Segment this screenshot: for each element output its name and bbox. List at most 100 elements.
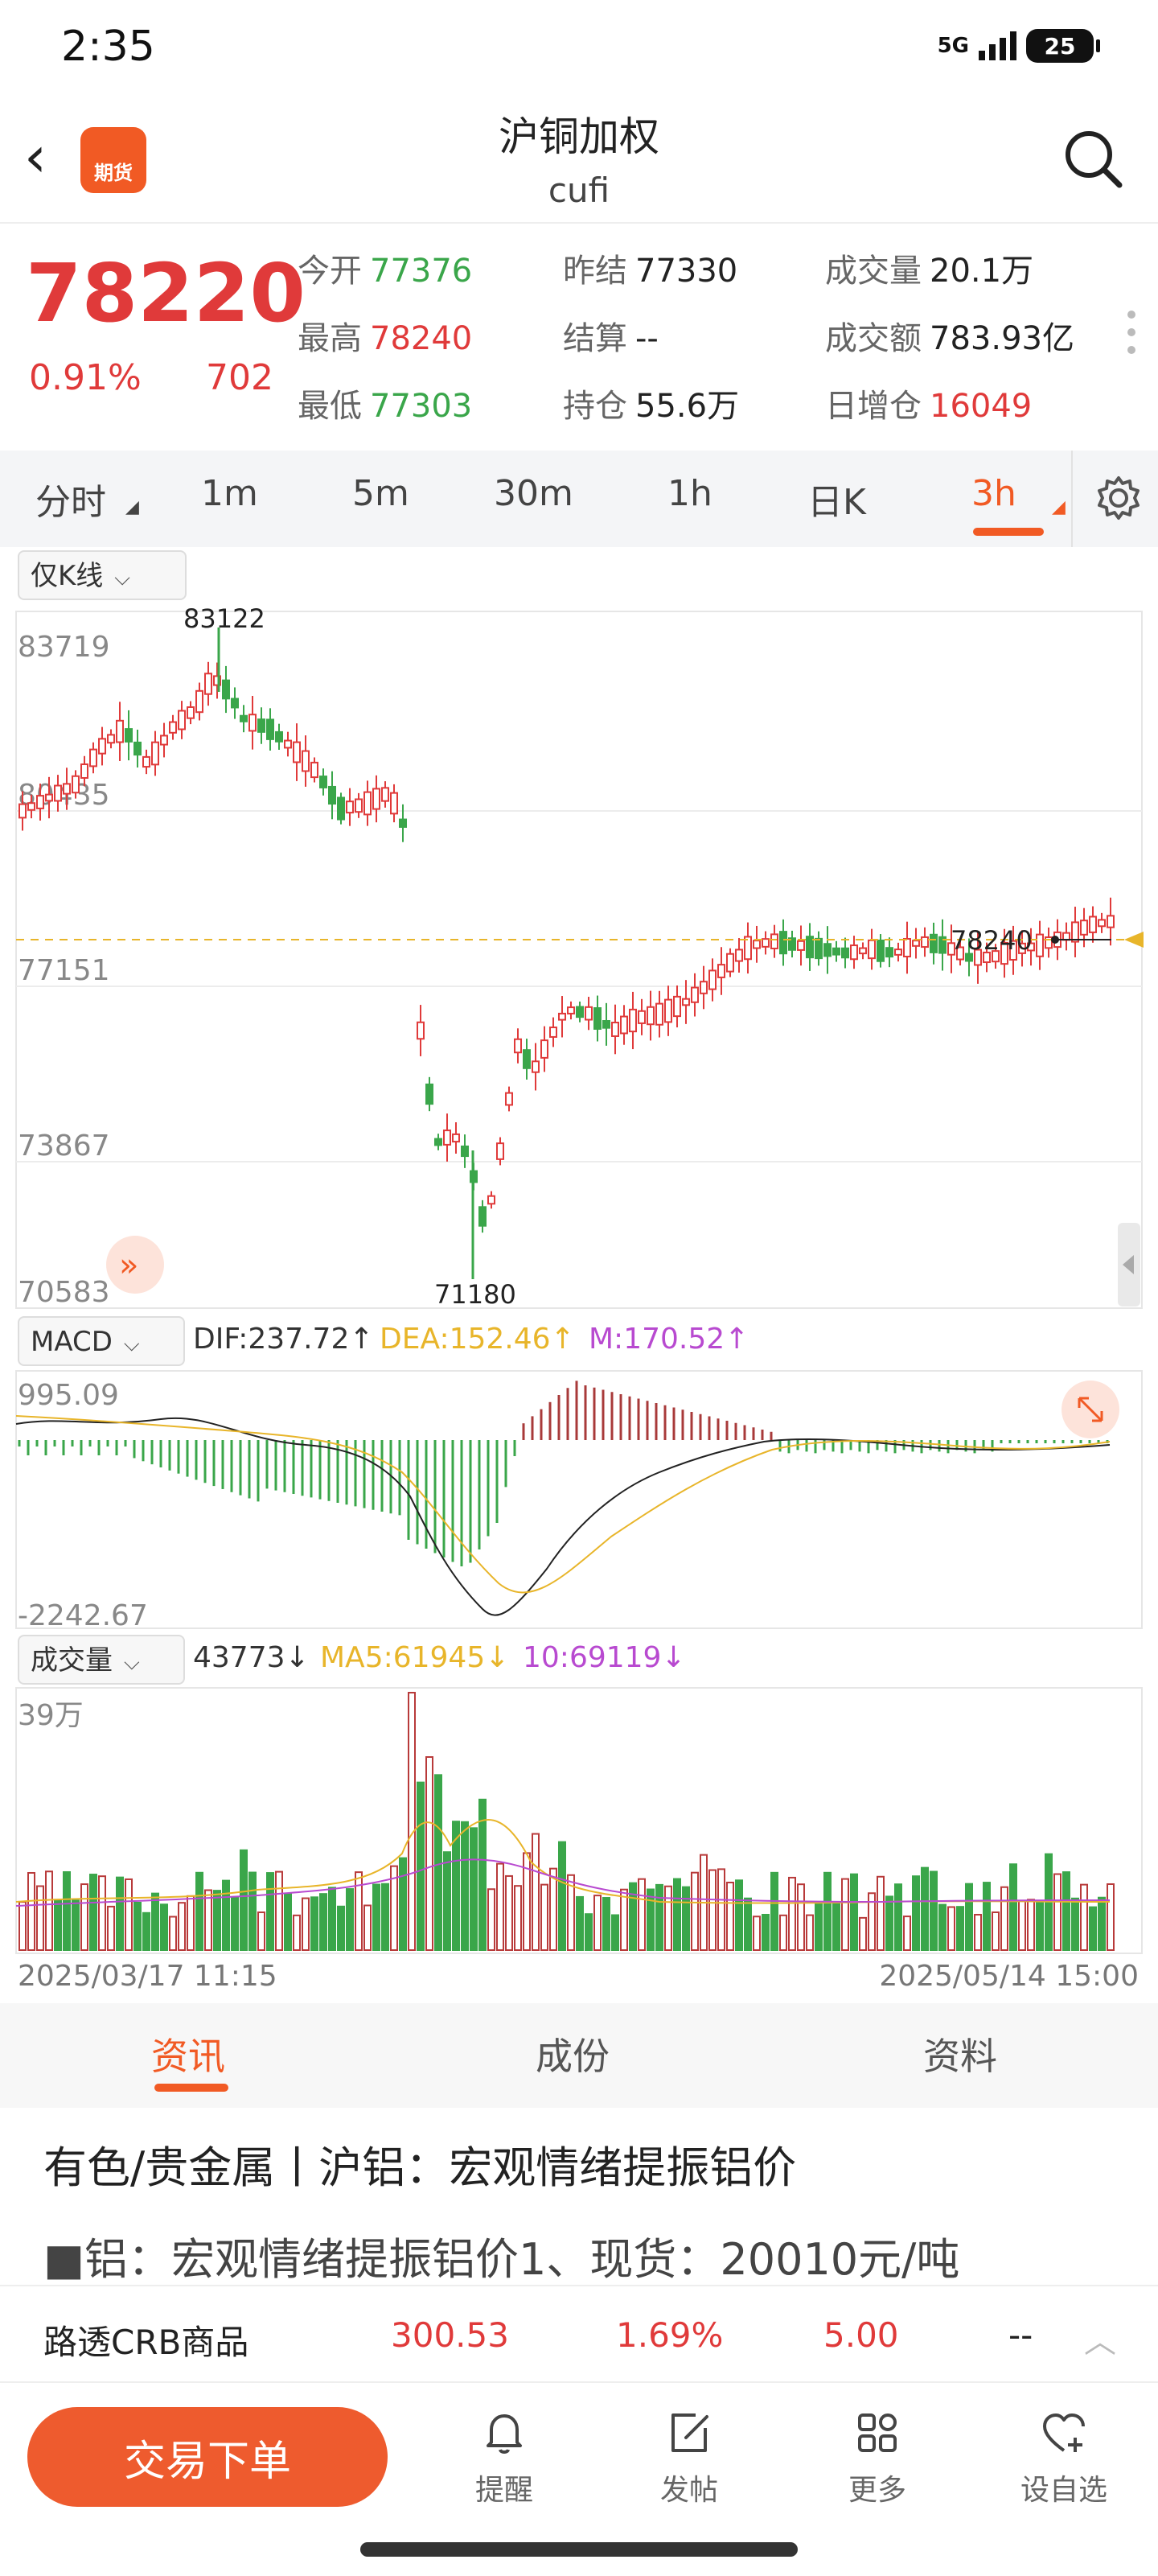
volume-bar: [947, 1906, 955, 1952]
candle-body: [841, 947, 849, 959]
quote-cell: 成交额 783.93亿: [825, 312, 1074, 359]
quote-label: 昨结: [563, 253, 627, 290]
period-tabs: 分时 ◢ 1m 5m 30m 1h 日K 3h ◢: [0, 451, 1158, 547]
status-time: 2:35: [61, 23, 155, 71]
volume-bar: [611, 1914, 619, 1951]
volume-bar: [302, 1897, 310, 1951]
more-dots-icon[interactable]: [1127, 311, 1135, 354]
chevron-up-icon[interactable]: ︿: [1084, 2315, 1116, 2362]
candle-body: [647, 1006, 655, 1026]
tab-news[interactable]: 资讯: [151, 2027, 225, 2080]
dif-line: [15, 1417, 1111, 1616]
volume-bar: [248, 1871, 257, 1951]
candle-body: [151, 741, 159, 766]
candle-body: [107, 734, 115, 744]
tab-components[interactable]: 成份: [536, 2027, 610, 2080]
alert-button[interactable]: 提醒: [444, 2407, 565, 2508]
chevron-down-icon: ⌵: [114, 566, 131, 591]
news-body: ■铝：宏观情绪提振铝价1、现货：20010元/吨: [43, 2234, 960, 2285]
volume-bar: [346, 1888, 354, 1951]
volume-bar: [425, 1756, 433, 1951]
volume-bar: [921, 1866, 929, 1951]
volume-bar: [532, 1833, 540, 1951]
candle-body: [549, 1027, 557, 1038]
quote-value: 77303: [370, 388, 473, 425]
post-button[interactable]: 发帖: [629, 2407, 749, 2508]
volume-bar: [823, 1871, 832, 1952]
macd-dea: DEA:152.46↑: [380, 1323, 575, 1356]
volume-bar: [399, 1857, 407, 1951]
news-item[interactable]: 有色/贵金属丨沪铝：宏观情绪提振铝价 ■铝：宏观情绪提振铝价1、现货：20010…: [0, 2108, 1158, 2285]
candle-body: [142, 755, 150, 768]
candle-body: [381, 787, 389, 802]
volume-bar: [664, 1885, 672, 1951]
volume-bar: [593, 1895, 602, 1951]
volume-axis-top: 39万: [18, 1699, 84, 1732]
volume-chart[interactable]: 39万: [0, 1685, 1158, 1958]
macd-selector[interactable]: MACD ⌵: [18, 1316, 185, 1366]
add-watchlist-button[interactable]: 设自选: [1004, 2407, 1124, 2508]
volume-bar: [178, 1902, 186, 1952]
candle-body: [868, 939, 876, 960]
volume-selector[interactable]: 成交量 ⌵: [18, 1635, 185, 1685]
volume-bar: [160, 1903, 168, 1951]
candle-body: [257, 718, 265, 733]
candle-body: [770, 933, 778, 949]
period-tab[interactable]: 日K: [807, 473, 866, 525]
candle-body: [611, 1022, 619, 1037]
trade-order-button[interactable]: 交易下单: [27, 2407, 388, 2507]
period-tab[interactable]: 1m: [201, 473, 258, 514]
kline-selector[interactable]: 仅K线 ⌵: [18, 550, 187, 600]
volume-bar: [266, 1872, 274, 1951]
candle-body: [576, 1006, 584, 1018]
volume-bar: [80, 1883, 88, 1951]
settings-gear-icon[interactable]: [1095, 475, 1142, 521]
candle-body: [18, 803, 27, 819]
candle-body: [1036, 933, 1044, 957]
page-title: 沪铜加权: [499, 113, 659, 160]
candle-body: [275, 730, 283, 743]
candle-body: [169, 721, 177, 734]
volume-bar: [443, 1851, 451, 1951]
period-tab[interactable]: 5m: [352, 473, 409, 514]
status-bar: 2:35 5G 25: [0, 0, 1158, 97]
volume-bar: [169, 1916, 177, 1952]
more-button[interactable]: 更多: [817, 2407, 938, 2508]
quote-label: 成交量: [825, 253, 922, 290]
price-axis-label: 73867: [18, 1130, 110, 1162]
corner-triangle-icon: ◢: [125, 497, 139, 517]
kline-chart[interactable]: 8371980435771517386770583831227118078240…: [0, 603, 1158, 1311]
volume-bar: [1036, 1900, 1044, 1951]
volume-bar: [478, 1798, 487, 1951]
volume-bar: [974, 1913, 982, 1951]
volume-bar: [434, 1774, 442, 1951]
volume-bar: [204, 1889, 212, 1951]
period-tab[interactable]: 30m: [494, 473, 573, 514]
period-tab[interactable]: 3h: [971, 473, 1016, 514]
date-start: 2025/03/17 11:15: [18, 1960, 277, 1993]
candle-body: [602, 1020, 610, 1029]
search-icon[interactable]: [1062, 127, 1126, 191]
ticker-bar[interactable]: 路透CRB商品 300.53 1.69% 5.00 -- ︿: [0, 2285, 1158, 2383]
quote-cell: 持仓 55.6万: [563, 380, 739, 426]
candle-body: [700, 981, 708, 994]
period-tab[interactable]: 分时: [35, 473, 106, 525]
tab-profile[interactable]: 资料: [923, 2027, 997, 2080]
candle-body: [417, 1021, 425, 1040]
header: ‹ 期货 沪铜加权 cufi: [0, 97, 1158, 222]
candle-body: [717, 964, 725, 978]
candle-body: [240, 714, 248, 722]
signal-icon: [979, 31, 1016, 60]
macd-chart[interactable]: 995.09 -2242.67: [0, 1368, 1158, 1641]
volume-bar: [240, 1849, 248, 1951]
period-tab[interactable]: 1h: [667, 473, 712, 514]
volume-bar: [275, 1870, 283, 1951]
volume-bar: [125, 1878, 133, 1951]
volume-bar: [461, 1821, 469, 1951]
volume-selector-label: 成交量: [31, 1644, 113, 1677]
volume-bar: [806, 1914, 814, 1952]
volume-bar: [36, 1885, 44, 1951]
home-indicator: [360, 2542, 798, 2557]
ticker-value: 300.53: [391, 2315, 509, 2355]
quote-cell: 成交量 20.1万: [825, 245, 1033, 291]
